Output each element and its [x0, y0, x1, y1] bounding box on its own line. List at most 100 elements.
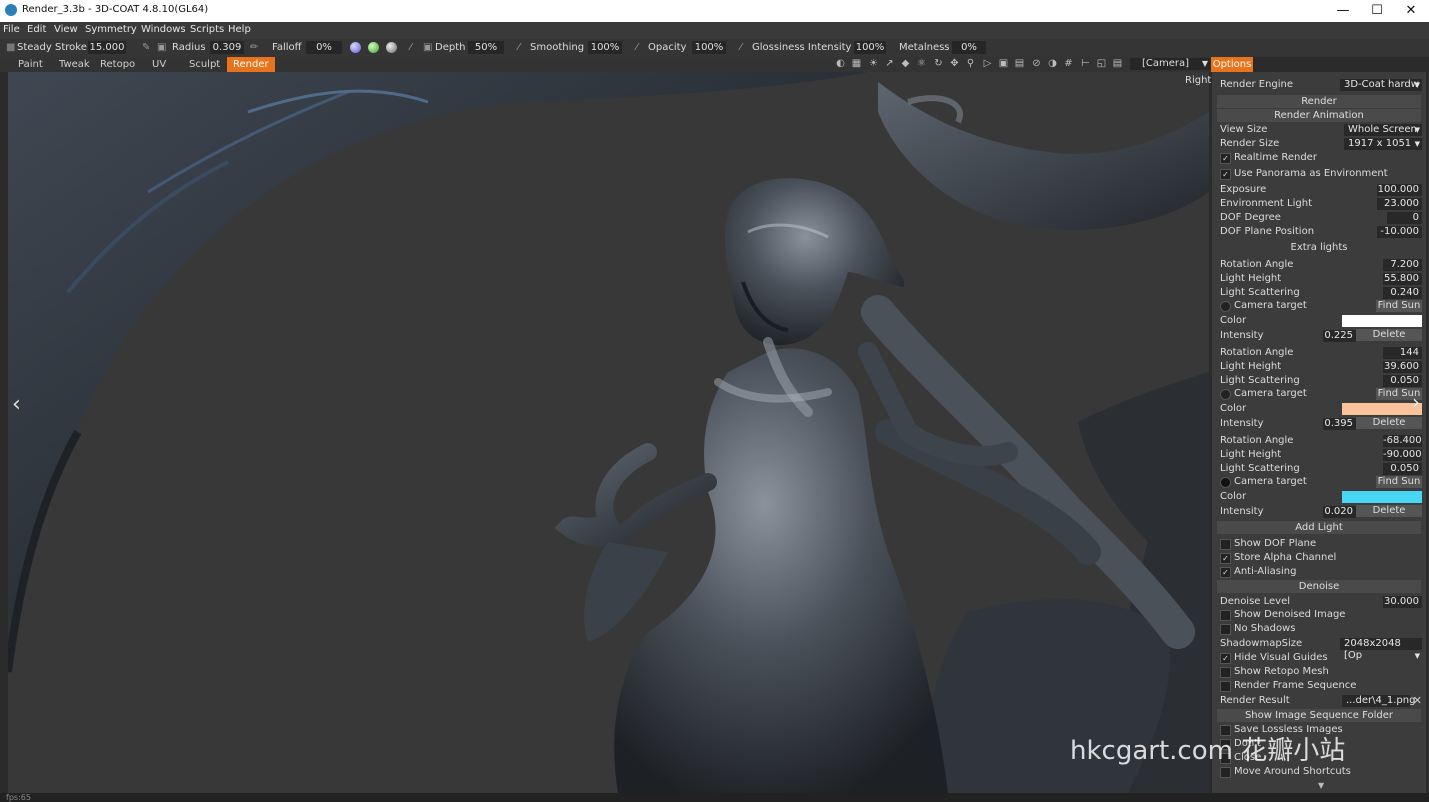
- light2-rotation-value[interactable]: 144: [1383, 347, 1422, 359]
- material-icon[interactable]: ⚛: [916, 58, 927, 70]
- no-shadows-checkbox[interactable]: [1220, 624, 1231, 635]
- depth-value[interactable]: 50%: [468, 41, 504, 54]
- shadowmap-size-select[interactable]: 2048x2048 [Op ▼: [1340, 638, 1422, 661]
- menu-edit[interactable]: Edit: [27, 24, 46, 35]
- light1-delete-button[interactable]: Delete: [1356, 329, 1422, 341]
- render-size-select[interactable]: 1917 x 1051 ▼: [1344, 138, 1422, 150]
- viewport[interactable]: ‹: [8, 72, 1209, 793]
- rotate-icon[interactable]: ↻: [933, 58, 944, 70]
- smoothing-value[interactable]: 100%: [588, 41, 622, 54]
- light2-color-swatch[interactable]: [1342, 403, 1422, 415]
- sphere-green-icon[interactable]: [368, 42, 379, 53]
- play-icon[interactable]: ▷: [982, 58, 993, 70]
- screenshot-icon[interactable]: ◱: [1096, 58, 1107, 70]
- view-size-select[interactable]: Whole Screen ▼: [1344, 124, 1422, 136]
- grid-icon[interactable]: #: [1063, 58, 1074, 70]
- shield-icon[interactable]: ◑: [1047, 58, 1058, 70]
- shading-icon[interactable]: ◐: [835, 58, 846, 70]
- anti-aliasing-checkbox[interactable]: ✓: [1220, 567, 1231, 578]
- light3-intensity-value[interactable]: 0.020: [1323, 506, 1356, 518]
- image-icon[interactable]: ▦: [851, 58, 862, 70]
- show-dof-plane-checkbox[interactable]: [1220, 539, 1231, 550]
- light3-scattering-value[interactable]: 0.050: [1383, 463, 1422, 475]
- falloff-value[interactable]: 0%: [306, 41, 342, 54]
- environment-light-value[interactable]: 23.000: [1377, 198, 1422, 210]
- show-denoised-checkbox[interactable]: [1220, 610, 1231, 621]
- opacity-pen-icon[interactable]: ⁄: [636, 42, 638, 53]
- light1-color-swatch[interactable]: [1342, 315, 1422, 327]
- render-button[interactable]: Render: [1217, 95, 1421, 108]
- render-engine-select[interactable]: 3D-Coat hardw ▼: [1340, 79, 1422, 91]
- minimize-button[interactable]: —: [1326, 0, 1360, 22]
- radius-value[interactable]: 0.309: [210, 41, 244, 54]
- menu-view[interactable]: View: [54, 24, 78, 35]
- light3-delete-button[interactable]: Delete: [1356, 505, 1422, 517]
- tab-sculpt[interactable]: Sculpt: [183, 57, 226, 72]
- tab-tweak[interactable]: Tweak: [53, 57, 96, 72]
- exposure-value[interactable]: 100.000: [1377, 184, 1422, 196]
- light-icon[interactable]: ☀: [868, 58, 879, 70]
- prev-arrow-icon[interactable]: ‹: [12, 392, 21, 417]
- realtime-render-checkbox[interactable]: ✓: [1220, 153, 1231, 164]
- camera-select[interactable]: [Camera] ▼: [1130, 58, 1210, 70]
- light2-height-value[interactable]: 39.600: [1383, 361, 1422, 373]
- light1-find-sun-button[interactable]: Find Sun: [1376, 300, 1422, 312]
- glossiness-pen-icon[interactable]: ⁄: [740, 42, 742, 53]
- opacity-value[interactable]: 100%: [692, 41, 726, 54]
- camera-view-icon[interactable]: ▤: [1112, 58, 1123, 70]
- smoothing-pen-icon[interactable]: ⁄: [518, 42, 520, 53]
- light1-rotation-value[interactable]: 7.200: [1383, 259, 1422, 271]
- frame-icon[interactable]: ▣: [998, 58, 1009, 70]
- tab-paint[interactable]: Paint: [12, 57, 49, 72]
- tab-render[interactable]: Render: [227, 57, 275, 72]
- light3-height-value[interactable]: -90.000: [1383, 449, 1422, 461]
- render-result-path[interactable]: ...der\4_1.png: [1342, 695, 1415, 707]
- close-button[interactable]: ✕: [1394, 0, 1428, 22]
- light3-camera-target-radio[interactable]: [1220, 477, 1231, 488]
- dof-degree-value[interactable]: 0: [1387, 212, 1422, 224]
- render-animation-button[interactable]: Render Animation: [1217, 109, 1421, 122]
- sphere-blue-icon[interactable]: [350, 42, 361, 53]
- light2-camera-target-radio[interactable]: [1220, 389, 1231, 400]
- next-arrow-icon[interactable]: ›: [1412, 390, 1420, 414]
- menu-windows[interactable]: Windows: [141, 24, 186, 35]
- light1-camera-target-radio[interactable]: [1220, 301, 1231, 312]
- hide-visual-guides-checkbox[interactable]: ✓: [1220, 653, 1231, 664]
- fit-icon[interactable]: ▤: [1014, 58, 1025, 70]
- denoise-button[interactable]: Denoise: [1217, 580, 1421, 593]
- brush-icon[interactable]: ✏: [250, 42, 258, 53]
- store-alpha-checkbox[interactable]: ✓: [1220, 553, 1231, 564]
- tab-uv[interactable]: UV: [146, 57, 172, 72]
- dof-plane-value[interactable]: -10.000: [1377, 226, 1422, 238]
- menu-scripts[interactable]: Scripts: [190, 24, 224, 35]
- menu-help[interactable]: Help: [228, 24, 251, 35]
- depth-lock-icon[interactable]: ▣: [423, 42, 432, 53]
- metalness-value[interactable]: 0%: [952, 41, 986, 54]
- light1-height-value[interactable]: 55.800: [1383, 273, 1422, 285]
- move-icon[interactable]: ✥: [949, 58, 960, 70]
- pen-pressure-icon[interactable]: ✎: [142, 42, 150, 53]
- render-frame-seq-checkbox[interactable]: [1220, 681, 1231, 692]
- glossiness-value[interactable]: 100%: [854, 41, 886, 54]
- use-panorama-checkbox[interactable]: ✓: [1220, 169, 1231, 180]
- light1-scattering-value[interactable]: 0.240: [1383, 287, 1422, 299]
- show-image-sequence-folder-button[interactable]: Show Image Sequence Folder: [1217, 709, 1421, 722]
- clear-icon[interactable]: ✕: [1413, 694, 1422, 707]
- light2-intensity-value[interactable]: 0.395: [1323, 418, 1356, 430]
- steady-stroke-value[interactable]: 15.000: [88, 41, 126, 54]
- move-around-checkbox[interactable]: [1220, 767, 1231, 778]
- show-retopo-mesh-checkbox[interactable]: [1220, 667, 1231, 678]
- denoise-level-value[interactable]: 30.000: [1383, 596, 1422, 608]
- tab-options[interactable]: Options: [1211, 57, 1253, 72]
- tab-retopo[interactable]: Retopo: [94, 57, 141, 72]
- lock-icon[interactable]: ▣: [157, 42, 166, 53]
- light2-scattering-value[interactable]: 0.050: [1383, 375, 1422, 387]
- light2-delete-button[interactable]: Delete: [1356, 417, 1422, 429]
- no-icon[interactable]: ⊘: [1031, 58, 1042, 70]
- transform-icon[interactable]: ↗: [884, 58, 895, 70]
- zoom-icon[interactable]: ⚲: [965, 58, 976, 70]
- add-light-button[interactable]: Add Light: [1217, 521, 1421, 534]
- menu-file[interactable]: File: [3, 24, 20, 35]
- maximize-button[interactable]: ☐: [1360, 0, 1394, 22]
- sphere-grey-icon[interactable]: [386, 42, 397, 53]
